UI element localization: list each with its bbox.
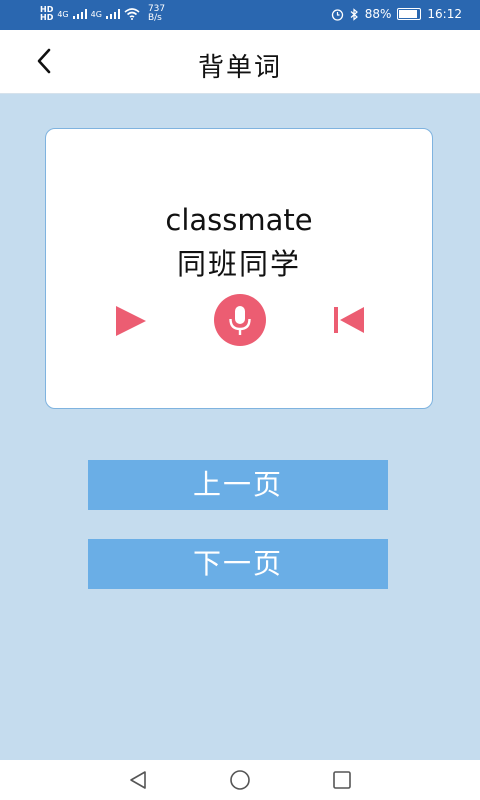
home-circle-icon[interactable] bbox=[228, 769, 252, 791]
word-text: classmate bbox=[165, 203, 313, 237]
word-card: classmate 同班同学 bbox=[45, 128, 433, 409]
net-speed: 737 B/s bbox=[148, 5, 165, 23]
signal-1-label: 4G bbox=[57, 9, 69, 19]
status-bar: HD HD 4G 4G 737 B/s 88% 16:12 bbox=[0, 0, 480, 30]
play-icon bbox=[116, 306, 146, 336]
back-triangle-icon[interactable] bbox=[127, 769, 149, 791]
word-meaning: 同班同学 bbox=[176, 247, 301, 281]
system-nav-bar bbox=[0, 760, 480, 800]
signal-icon bbox=[72, 9, 87, 19]
hd-bottom: HD bbox=[40, 13, 54, 22]
skip-previous-icon bbox=[334, 307, 364, 333]
battery-percent: 88% bbox=[364, 7, 392, 21]
hd-indicator: HD HD bbox=[40, 6, 53, 22]
status-right: 88% 16:12 bbox=[331, 7, 462, 21]
wifi-icon bbox=[124, 8, 140, 20]
play-button[interactable] bbox=[112, 303, 148, 339]
next-page-button[interactable]: 下一页 bbox=[88, 539, 388, 589]
status-left: HD HD 4G 4G 737 B/s bbox=[40, 5, 165, 23]
header: 背单词 bbox=[0, 30, 480, 94]
signal-2-label: 4G bbox=[90, 9, 102, 19]
net-speed-unit: B/s bbox=[147, 13, 162, 23]
prev-page-button[interactable]: 上一页 bbox=[88, 460, 388, 510]
bluetooth-icon bbox=[350, 7, 358, 21]
clock: 16:12 bbox=[427, 7, 462, 21]
signal-icon bbox=[105, 9, 120, 19]
recents-square-icon[interactable] bbox=[331, 769, 353, 791]
microphone-icon bbox=[214, 294, 266, 346]
battery-fill bbox=[399, 10, 417, 18]
replay-button[interactable] bbox=[332, 304, 366, 336]
page-title: 背单词 bbox=[197, 53, 282, 83]
battery-icon bbox=[397, 8, 422, 20]
alarm-icon bbox=[331, 8, 343, 21]
record-button[interactable] bbox=[214, 294, 266, 346]
